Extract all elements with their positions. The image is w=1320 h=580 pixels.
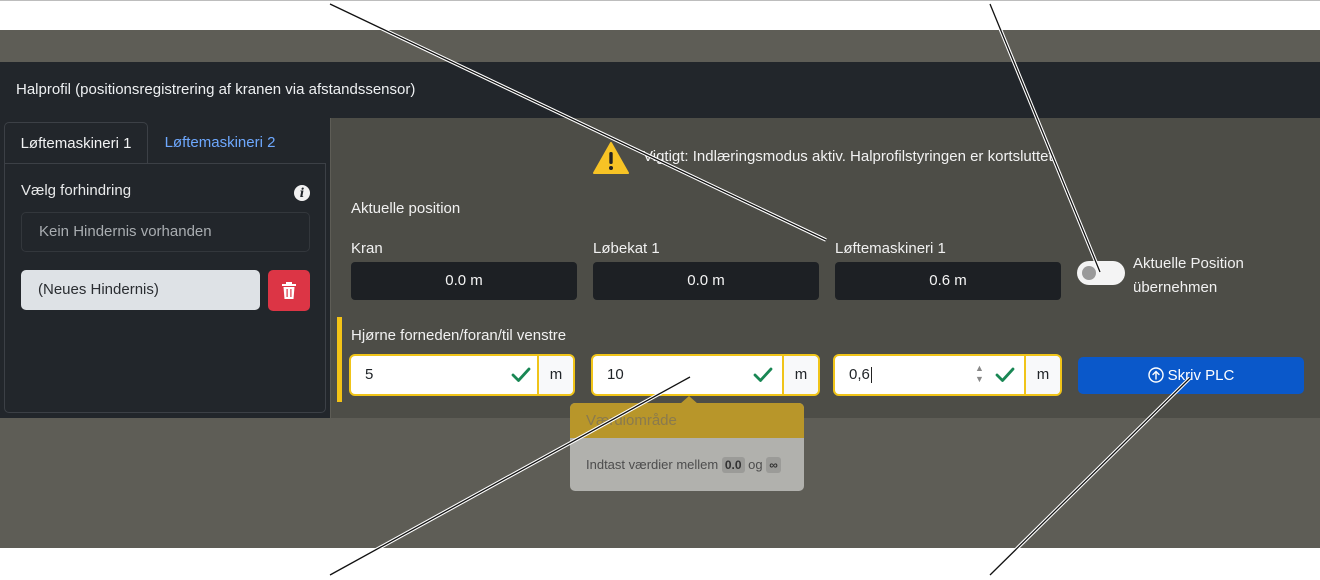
valid-check-icon — [511, 367, 531, 382]
tooltip-max: ∞ — [766, 457, 781, 473]
corner-z-input[interactable]: 0,6 — [849, 356, 872, 394]
number-spinner-icon[interactable]: ▲ ▼ — [975, 363, 984, 385]
tab-content: Vælg forhindring i Kein Hindernis vorhan… — [4, 163, 326, 413]
value-range-tooltip: Værdiområde Indtast værdier mellem 0.0 o… — [570, 403, 804, 491]
obstacle-panel: Løftemaskineri 1 Løftemaskineri 2 Vælg f… — [0, 118, 330, 418]
obstacle-option-new[interactable]: (Neues Hindernis) — [21, 270, 260, 310]
write-plc-label: Skriv PLC — [1167, 367, 1235, 384]
valid-check-icon — [995, 367, 1015, 382]
hoist-label: Løftemaskineri 1 — [835, 240, 946, 257]
info-icon[interactable]: i — [294, 185, 310, 201]
corner-z-input-group: 0,6 ▲ ▼ m — [833, 354, 1062, 396]
tooltip-min: 0.0 — [721, 457, 745, 473]
corner-z-value: 0,6 — [849, 366, 870, 383]
hoist-position-value: 0.6 m — [835, 262, 1061, 300]
delete-obstacle-button[interactable] — [268, 270, 310, 311]
corner-x-input[interactable]: 5 — [365, 356, 373, 394]
tab-bar: Løftemaskineri 1 Løftemaskineri 2 — [4, 122, 326, 164]
tab-hoist-1[interactable]: Løftemaskineri 1 — [4, 122, 148, 164]
adopt-position-toggle[interactable] — [1077, 261, 1125, 285]
corner-y-input[interactable]: 10 — [607, 356, 624, 394]
warning-triangle-icon — [593, 142, 629, 174]
tab-hoist-2[interactable]: Løftemaskineri 2 — [148, 122, 292, 164]
trash-icon — [282, 282, 296, 299]
unit-label: m — [782, 356, 818, 394]
unit-label: m — [537, 356, 573, 394]
obstacle-select-label: Vælg forhindring — [21, 182, 132, 199]
unit-label: m — [1024, 356, 1060, 394]
upload-circle-icon — [1147, 366, 1164, 383]
crane-position-value: 0.0 m — [351, 262, 577, 300]
text-caret — [870, 367, 872, 384]
page-title: Halprofil (positionsregistrering af kran… — [0, 62, 1320, 118]
tooltip-title: Værdiområde — [570, 403, 804, 438]
write-plc-button[interactable]: Skriv PLC — [1078, 357, 1304, 394]
trolley-position-value: 0.0 m — [593, 262, 819, 300]
obstacle-option-none[interactable]: Kein Hindernis vorhanden — [21, 212, 310, 252]
tooltip-and: og — [748, 457, 763, 472]
top-border — [0, 0, 1320, 1]
learning-mode-warning: Vigtigt: Indlæringsmodus aktiv. Halprofi… — [643, 148, 1057, 165]
toggle-knob — [1082, 266, 1096, 280]
tooltip-text: Indtast værdier mellem — [586, 457, 719, 472]
adopt-position-label: Aktuelle Position übernehmen — [1133, 255, 1244, 296]
corner-x-input-group: 5 m — [349, 354, 575, 396]
valid-check-icon — [753, 367, 773, 382]
corner-section-marker — [337, 317, 342, 402]
corner-y-input-group: 10 m — [591, 354, 820, 396]
trolley-label: Løbekat 1 — [593, 240, 660, 257]
corner-title: Hjørne forneden/foran/til venstre — [351, 327, 567, 344]
current-position-title: Aktuelle position — [351, 200, 461, 217]
crane-label: Kran — [351, 240, 383, 257]
tooltip-body: Indtast værdier mellem 0.0 og ∞ — [586, 457, 781, 473]
